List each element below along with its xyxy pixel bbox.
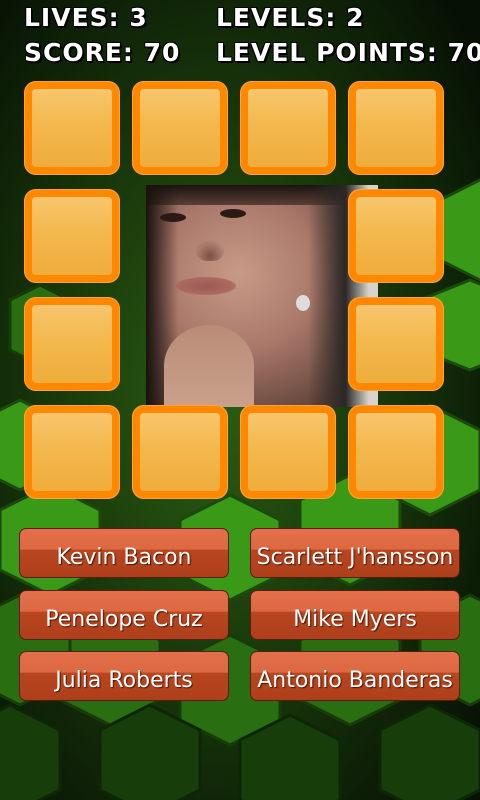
- puzzle-tile-r0-c3[interactable]: [348, 81, 444, 175]
- level-points-label: LEVEL POINTS:: [216, 38, 438, 67]
- photo-lips: [176, 277, 236, 295]
- answer-button-penelope-cruz[interactable]: Penelope Cruz: [19, 590, 229, 640]
- answer-button-mike-myers[interactable]: Mike Myers: [250, 590, 460, 640]
- puzzle-tile-r0-c2[interactable]: [240, 81, 336, 175]
- answer-button-antonio-banderas[interactable]: Antonio Banderas: [250, 651, 460, 701]
- answer-button-scarlett-johansson[interactable]: Scarlett J'hansson: [250, 528, 460, 578]
- puzzle-tile-r3-c2[interactable]: [240, 405, 336, 499]
- celebrity-photo: [146, 185, 378, 407]
- puzzle-tile-r1-c3[interactable]: [348, 189, 444, 283]
- puzzle-tile-r2-c0[interactable]: [24, 297, 120, 391]
- score-display: SCORE: 70: [24, 39, 180, 67]
- lives-label: LIVES:: [24, 3, 120, 32]
- levels-value: 2: [346, 3, 365, 32]
- lives-value: 3: [129, 3, 148, 32]
- puzzle-tile-r3-c1[interactable]: [132, 405, 228, 499]
- score-label: SCORE:: [24, 38, 134, 67]
- puzzle-tile-r1-c0[interactable]: [24, 189, 120, 283]
- puzzle-tile-r2-c3[interactable]: [348, 297, 444, 391]
- levels-display: LEVELS: 2: [216, 4, 365, 32]
- answer-button-julia-roberts[interactable]: Julia Roberts: [19, 651, 229, 701]
- puzzle-board: [18, 75, 462, 517]
- answer-button-kevin-bacon[interactable]: Kevin Bacon: [19, 528, 229, 578]
- score-value: 70: [143, 38, 181, 67]
- puzzle-tile-r3-c3[interactable]: [348, 405, 444, 499]
- puzzle-tile-r0-c0[interactable]: [24, 81, 120, 175]
- levels-label: LEVELS:: [216, 3, 337, 32]
- puzzle-tile-r0-c1[interactable]: [132, 81, 228, 175]
- photo-earring: [296, 295, 310, 311]
- level-points-display: LEVEL POINTS: 70: [216, 39, 480, 67]
- lives-display: LIVES: 3: [24, 4, 148, 32]
- level-points-value: 70: [447, 38, 480, 67]
- puzzle-tile-r3-c0[interactable]: [24, 405, 120, 499]
